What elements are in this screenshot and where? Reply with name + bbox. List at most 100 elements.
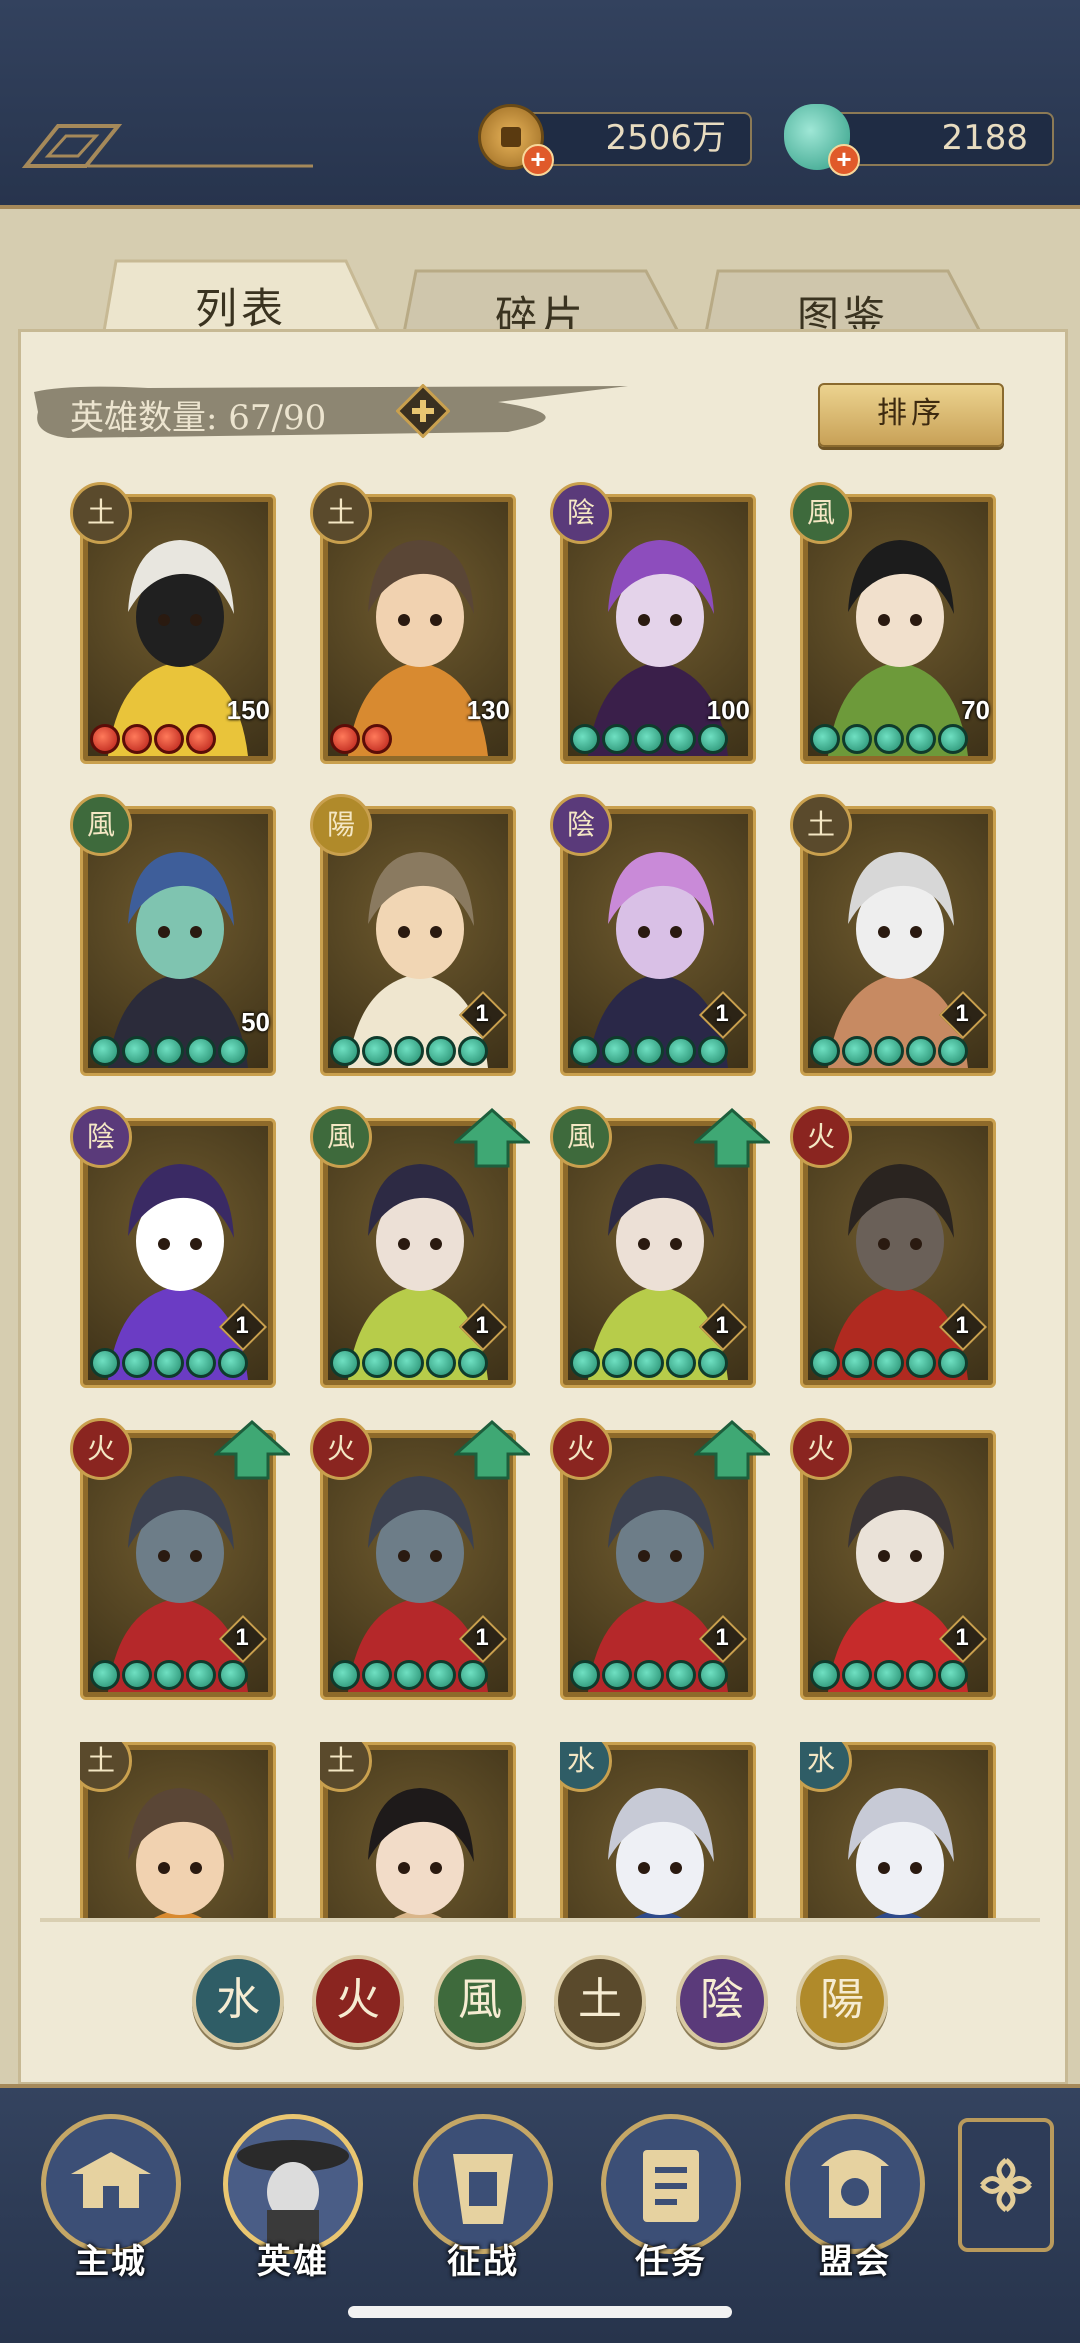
star-icon: [810, 1660, 840, 1690]
star-icon: [330, 1036, 360, 1066]
star-icon: [90, 1348, 120, 1378]
nav-item-3[interactable]: 征战: [408, 2106, 558, 2296]
star-icon: [362, 724, 392, 754]
nav-item-5[interactable]: 盟会: [780, 2106, 930, 2296]
star-icon: [570, 1036, 600, 1066]
star-icon: [122, 1036, 152, 1066]
hero-card[interactable]: 風 70: [790, 482, 996, 764]
sort-button[interactable]: 排序: [818, 383, 1004, 447]
star-icon: [842, 1348, 872, 1378]
hero-card[interactable]: 火1: [790, 1106, 996, 1388]
element-badge: 火: [70, 1418, 132, 1480]
element-filter-button[interactable]: 風: [434, 1955, 526, 2047]
hero-card[interactable]: 火1: [310, 1418, 530, 1700]
element-badge: 火: [550, 1418, 612, 1480]
star-icon: [330, 724, 360, 754]
hero-count-text: 英雄数量: 67/90: [70, 398, 327, 438]
star-icon: [186, 1660, 216, 1690]
star-icon: [394, 1036, 424, 1066]
nav-item-1[interactable]: 主城: [36, 2106, 186, 2296]
hero-card[interactable]: 陽1: [310, 794, 516, 1076]
star-icon: [426, 1348, 456, 1378]
star-icon: [186, 724, 216, 754]
quest-icon: [643, 2150, 699, 2222]
tab-list-label: 列表: [194, 285, 287, 332]
hero-card[interactable]: 火1: [550, 1418, 770, 1700]
hero-card[interactable]: 水: [800, 1742, 996, 1922]
element-filter-button[interactable]: 陽: [796, 1955, 888, 2047]
star-icon: [362, 1660, 392, 1690]
hero-card[interactable]: 水: [560, 1742, 756, 1922]
hero-stars: [330, 1348, 488, 1382]
jade-currency[interactable]: + 2188: [784, 104, 1054, 176]
add-jade-button[interactable]: +: [828, 144, 860, 176]
element-badge: 土: [310, 482, 372, 544]
element-filter-button[interactable]: 土: [554, 1955, 646, 2047]
star-icon: [218, 1036, 248, 1066]
hero-card[interactable]: 風1: [310, 1106, 530, 1388]
star-icon: [602, 1348, 632, 1378]
expand-slots-button[interactable]: [396, 384, 450, 438]
home-indicator[interactable]: [348, 2306, 732, 2318]
hero-card[interactable]: 陰1: [550, 794, 756, 1076]
hero-card[interactable]: 土: [320, 1742, 516, 1922]
element-filter-button[interactable]: 水: [192, 1955, 284, 2047]
star-icon: [906, 1348, 936, 1378]
nav-label: 主城: [75, 2243, 147, 2281]
star-icon: [426, 1660, 456, 1690]
element-badge: 風: [70, 794, 132, 856]
grid-divider: [40, 1918, 1040, 1922]
star-icon: [602, 724, 632, 754]
hero-card[interactable]: 風1: [550, 1106, 770, 1388]
hero-card[interactable]: 陰1: [70, 1106, 276, 1388]
element-filter-button[interactable]: 火: [312, 1955, 404, 2047]
coin-amount: 2506万: [605, 118, 726, 158]
star-icon: [698, 1348, 728, 1378]
hero-stars: [810, 1348, 968, 1382]
star-icon: [666, 1036, 696, 1066]
hero-card[interactable]: 火1: [790, 1418, 996, 1700]
star-icon: [938, 1660, 968, 1690]
hero-stars: [90, 1660, 248, 1694]
hero-stars: [90, 724, 216, 758]
star-icon: [602, 1660, 632, 1690]
hero-card[interactable]: 土 150: [70, 482, 276, 764]
hero-card[interactable]: 土: [80, 1742, 276, 1922]
star-icon: [570, 1348, 600, 1378]
element-badge: 火: [790, 1418, 852, 1480]
star-icon: [874, 1660, 904, 1690]
star-icon: [810, 1036, 840, 1066]
star-icon: [634, 1660, 664, 1690]
star-icon: [362, 1036, 392, 1066]
flower-menu-icon: [980, 2157, 1032, 2213]
hero-card[interactable]: 火1: [70, 1418, 290, 1700]
hero-level: 1: [698, 990, 748, 1040]
nav-extra-button[interactable]: [958, 2118, 1054, 2252]
element-badge: 土: [70, 482, 132, 544]
star-icon: [90, 1660, 120, 1690]
nav-item-2[interactable]: 英雄: [218, 2106, 368, 2296]
coin-currency[interactable]: + 2506万: [478, 104, 752, 176]
hero-card[interactable]: 陰 100: [550, 482, 756, 764]
nav-item-4[interactable]: 任务: [596, 2106, 746, 2296]
star-icon: [906, 1660, 936, 1690]
hero-card[interactable]: 土1: [790, 794, 996, 1076]
hero-stars: [90, 1348, 248, 1382]
element-filter-button[interactable]: 陰: [676, 1955, 768, 2047]
hero-level: 100: [706, 695, 750, 725]
star-icon: [666, 1348, 696, 1378]
hero-card[interactable]: 風 50: [70, 794, 276, 1076]
hero-stars: [570, 1348, 728, 1382]
star-icon: [634, 1348, 664, 1378]
star-icon: [330, 1660, 360, 1690]
star-icon: [330, 1348, 360, 1378]
hero-card[interactable]: 土 130: [310, 482, 516, 764]
hero-level: 1: [458, 1302, 508, 1352]
star-icon: [154, 1660, 184, 1690]
star-icon: [874, 1036, 904, 1066]
hero-stars: [330, 1036, 488, 1070]
star-icon: [634, 1036, 664, 1066]
hero-icon: [237, 2140, 349, 2250]
add-coin-button[interactable]: +: [522, 144, 554, 176]
nav-label: 英雄: [257, 2243, 329, 2281]
